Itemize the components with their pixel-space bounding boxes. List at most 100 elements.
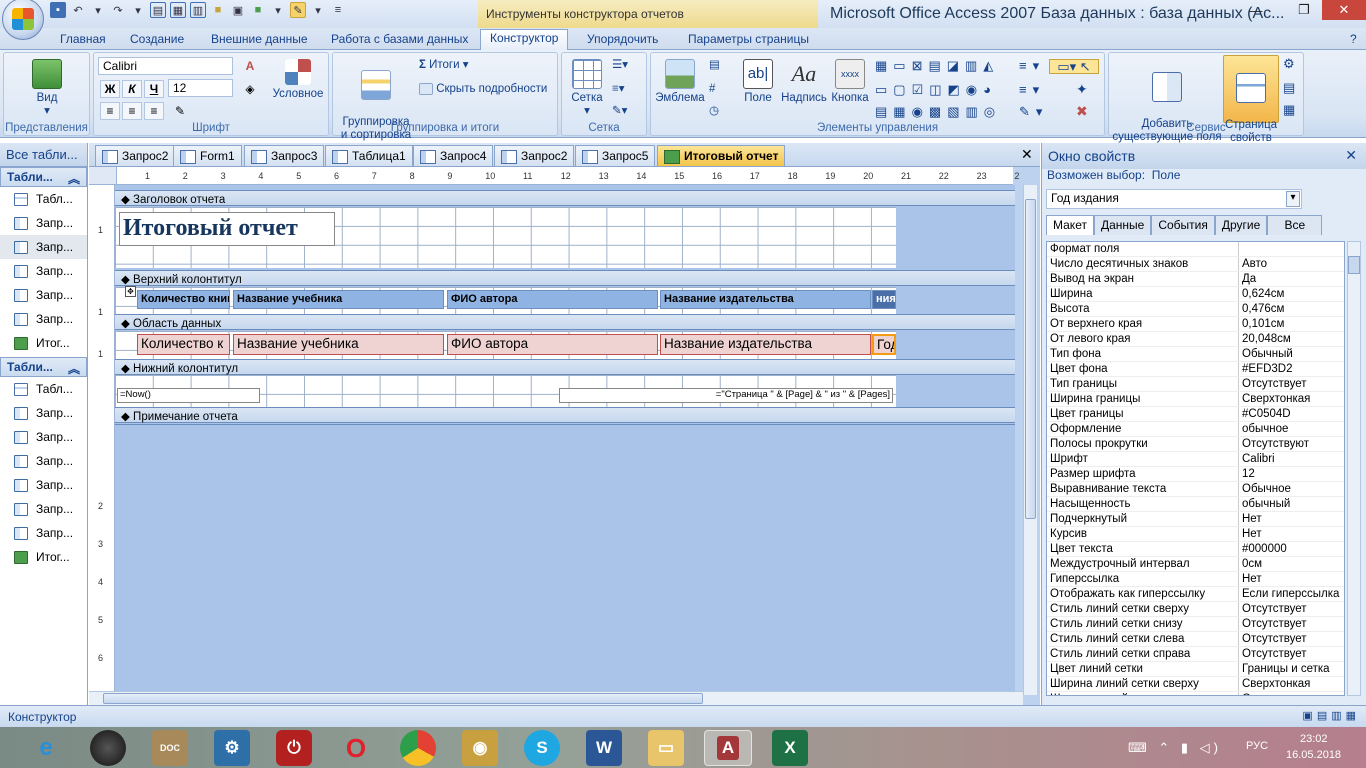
help-icon[interactable]: ?: [1350, 31, 1357, 50]
property-value[interactable]: Сверхтонкая: [1239, 392, 1344, 406]
nav-item[interactable]: Запр...: [0, 425, 87, 449]
property-scrollbar[interactable]: [1347, 241, 1361, 696]
report-header-area[interactable]: Итоговый отчет: [115, 207, 896, 268]
folder-icon[interactable]: ■: [210, 2, 226, 18]
section-report-footer[interactable]: ◆ Примечание отчета: [115, 407, 1015, 423]
prop-tab-data[interactable]: Данные: [1093, 215, 1152, 235]
doc-tab[interactable]: Запрос5: [575, 145, 656, 166]
property-value[interactable]: Нет: [1239, 572, 1344, 586]
section-report-header[interactable]: ◆ Заголовок отчета: [115, 190, 1015, 206]
format-painter-icon[interactable]: ✎: [170, 102, 190, 120]
nav-item[interactable]: Табл...: [0, 187, 87, 211]
totals-button[interactable]: Σ Итоги ▾: [419, 59, 469, 72]
nav-group-header[interactable]: Табли... ︽: [0, 167, 87, 187]
nav-item[interactable]: Запр...: [0, 283, 87, 307]
property-row[interactable]: Цвет линий сетки Границы и сетка: [1047, 662, 1344, 677]
doc-tab[interactable]: Запрос3: [244, 145, 325, 166]
chevron-down-icon[interactable]: ▾: [1286, 191, 1300, 207]
property-sheet-button[interactable]: Страница свойств: [1223, 55, 1279, 144]
property-row[interactable]: Вывод на экран Да: [1047, 272, 1344, 287]
property-value[interactable]: Сверхтонкая: [1239, 692, 1344, 695]
settings-app-icon[interactable]: ⚙: [214, 730, 250, 766]
header-label-publisher[interactable]: Название издательства: [660, 290, 871, 309]
property-row[interactable]: Тип фона Обычный: [1047, 347, 1344, 362]
tray-icons[interactable]: ⌨ ⌃ ▮ ◁): [1128, 740, 1222, 756]
chrome-icon[interactable]: [400, 730, 436, 766]
header-label-quantity[interactable]: Количество книг: [137, 290, 230, 309]
line-width-icon[interactable]: ≡▾: [612, 83, 624, 96]
object-selector[interactable]: Год издания: [1046, 189, 1302, 209]
title-icon[interactable]: ▤: [709, 59, 720, 72]
property-row[interactable]: Стиль линий сетки сверху Отсутствует: [1047, 602, 1344, 617]
property-row[interactable]: Шрифт Calibri: [1047, 452, 1344, 467]
nav-item[interactable]: Запр...: [0, 401, 87, 425]
controls-row3b[interactable]: ✎▾: [1019, 105, 1048, 118]
layout-selector-icon[interactable]: ✥: [125, 286, 136, 297]
view-switcher-icons[interactable]: ▣▤▥▦: [1302, 709, 1360, 722]
property-row[interactable]: Формат поля: [1047, 242, 1344, 257]
property-value[interactable]: Отсутствует: [1239, 632, 1344, 646]
report-icon[interactable]: ▥: [190, 2, 206, 18]
page-numbers-icon[interactable]: #: [709, 83, 715, 96]
property-value[interactable]: Нет: [1239, 512, 1344, 526]
power-app-icon[interactable]: ⏻: [276, 730, 312, 766]
tab-external-data[interactable]: Внешние данные: [211, 31, 308, 50]
property-value[interactable]: [1239, 242, 1344, 256]
property-row[interactable]: Полосы прокрутки Отсутствуют: [1047, 437, 1344, 452]
dropdown-icon[interactable]: ▾: [90, 2, 106, 18]
tab-home[interactable]: Главная: [60, 31, 106, 50]
horizontal-scrollbar[interactable]: [89, 691, 1023, 705]
property-value[interactable]: Нет: [1239, 527, 1344, 541]
property-value[interactable]: Сверхтонкая: [1239, 677, 1344, 691]
tab-create[interactable]: Создание: [130, 31, 184, 50]
tab-arrange[interactable]: Упорядочить: [587, 31, 658, 50]
property-row[interactable]: Цвет границы #C0504D: [1047, 407, 1344, 422]
doc-tab[interactable]: Form1: [173, 145, 242, 166]
section-detail[interactable]: ◆ Область данных: [115, 314, 1015, 330]
footer-pages-field[interactable]: ="Страница " & [Page] & " из " & [Pages]: [559, 388, 893, 403]
nav-item[interactable]: Запр...: [0, 235, 87, 259]
property-value[interactable]: Отсутствует: [1239, 377, 1344, 391]
font-color-icon[interactable]: A: [240, 57, 260, 75]
nav-item[interactable]: Запр...: [0, 449, 87, 473]
property-value[interactable]: обычное: [1239, 422, 1344, 436]
clock-date[interactable]: 16.05.2018: [1286, 749, 1341, 761]
close-window-button[interactable]: ✕: [1322, 0, 1366, 20]
redo-icon[interactable]: ↷: [110, 2, 126, 18]
controls-row3[interactable]: ▤▦◉▩▧▥◎: [875, 105, 1001, 118]
nav-item[interactable]: Итог...: [0, 331, 87, 355]
doc-tab[interactable]: Таблица1: [325, 145, 413, 166]
line-style-icon[interactable]: ☰▾: [612, 59, 628, 72]
gridlines-button[interactable]: Сетка ▾: [568, 59, 606, 118]
tab-page-setup[interactable]: Параметры страницы: [688, 31, 809, 50]
horizontal-scroll-thumb[interactable]: [103, 693, 703, 704]
sheet-icon[interactable]: ■: [250, 2, 266, 18]
fill-color-icon[interactable]: ◈: [240, 80, 260, 98]
property-value[interactable]: 0,624см: [1239, 287, 1344, 301]
property-row[interactable]: Насыщенность обычный: [1047, 497, 1344, 512]
property-value[interactable]: Отсутствует: [1239, 617, 1344, 631]
vertical-scrollbar[interactable]: [1023, 185, 1037, 695]
controls-row1[interactable]: ▦▭⊠▤◪▥◭: [875, 59, 999, 72]
property-value[interactable]: #EFD3D2: [1239, 362, 1344, 376]
nav-header[interactable]: Все табли...: [0, 143, 87, 167]
property-value[interactable]: 20,048см: [1239, 332, 1344, 346]
page-header-area[interactable]: Количество книг Название учебника ФИО ав…: [115, 286, 896, 315]
property-value[interactable]: 0,476см: [1239, 302, 1344, 316]
align-center-icon[interactable]: ≡: [122, 102, 142, 120]
field-author[interactable]: ФИО автора: [447, 334, 658, 355]
nav-group-header[interactable]: Табли... ︽: [0, 357, 87, 377]
design-mode-icon[interactable]: ✎: [290, 2, 306, 18]
dropdown-icon[interactable]: ▾: [130, 2, 146, 18]
undo-icon[interactable]: ↶: [70, 2, 86, 18]
command-button[interactable]: xxxx Кнопка: [829, 59, 871, 105]
field-year-selected[interactable]: Год: [872, 334, 896, 355]
property-row[interactable]: Стиль линий сетки справа Отсутствует: [1047, 647, 1344, 662]
property-value[interactable]: Calibri: [1239, 452, 1344, 466]
property-value[interactable]: Да: [1239, 272, 1344, 286]
opera-icon[interactable]: O: [338, 730, 374, 766]
bold-button[interactable]: Ж: [100, 80, 120, 98]
field-publisher[interactable]: Название издательства: [660, 334, 871, 355]
property-row[interactable]: От левого края 20,048см: [1047, 332, 1344, 347]
property-value[interactable]: 0,101см: [1239, 317, 1344, 331]
